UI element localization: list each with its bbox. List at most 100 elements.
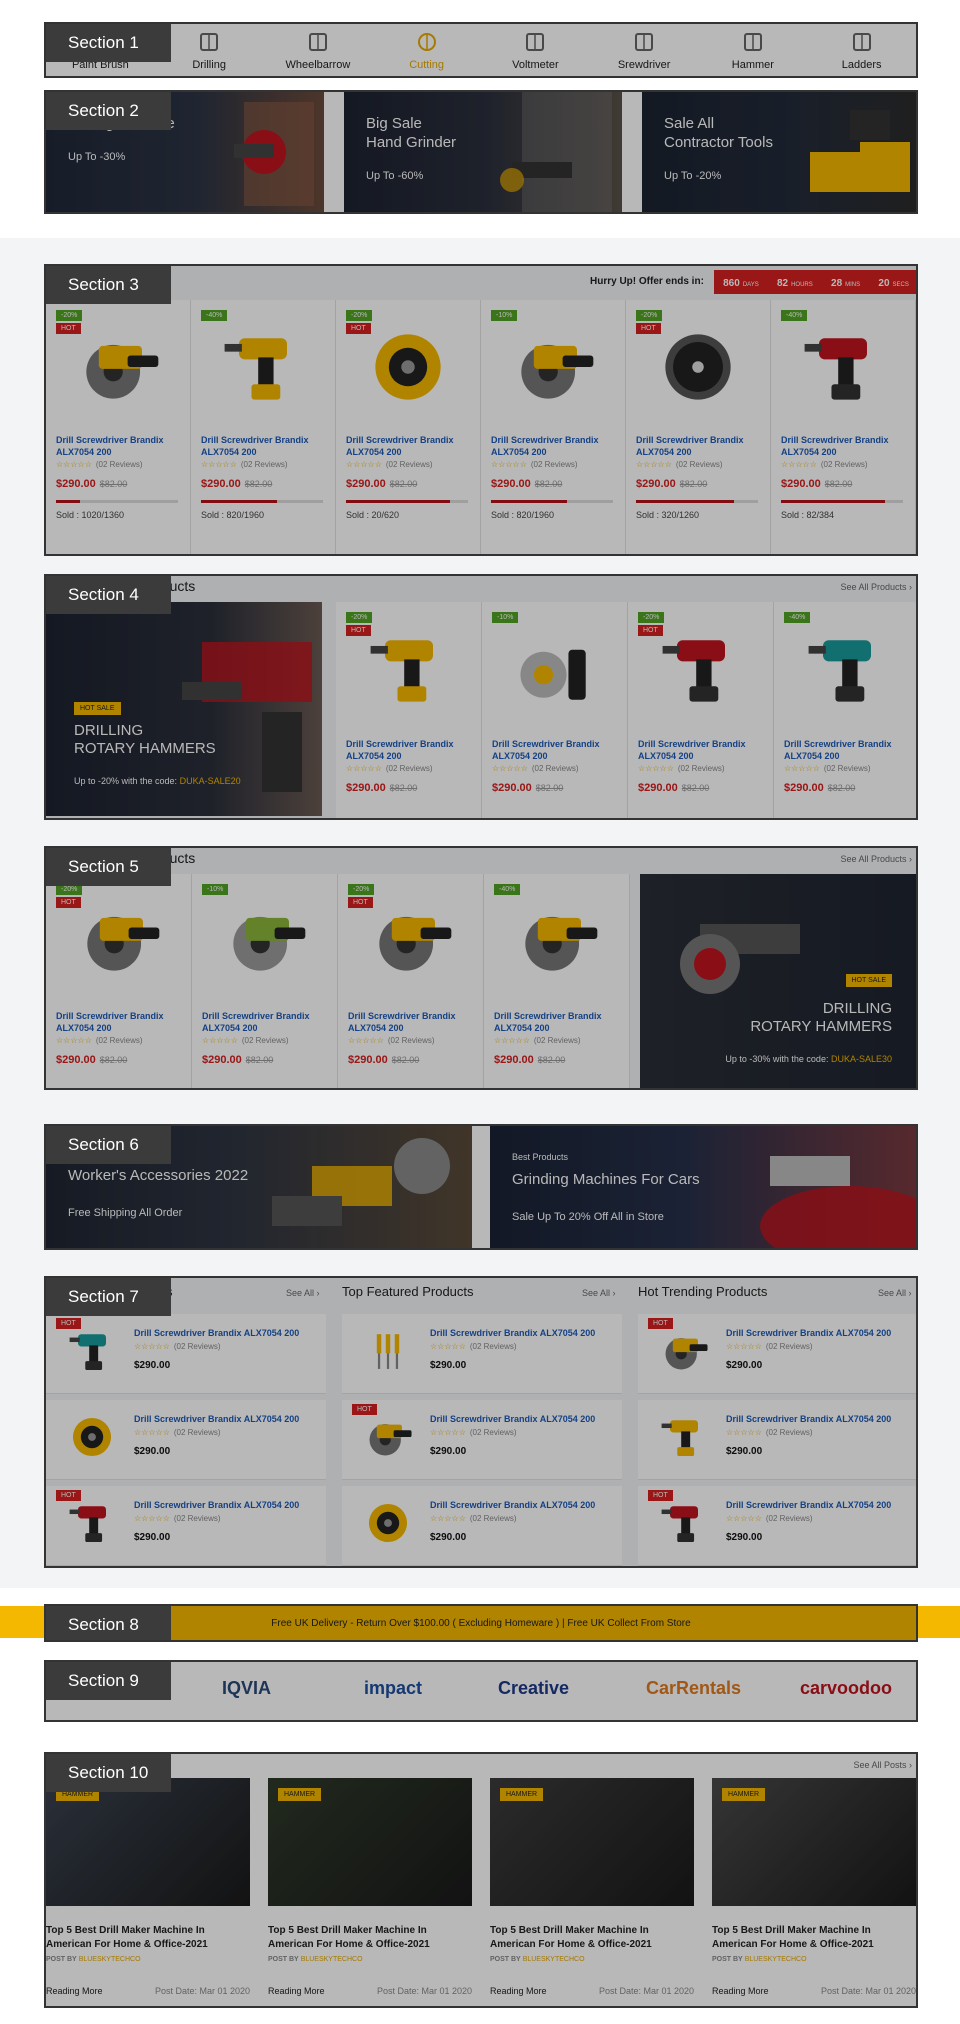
promo-banner-grinder[interactable]: Big Sale Hand Grinder Up To -60% (344, 92, 622, 212)
product-name[interactable]: Drill Screwdriver Brandix ALX7054 200 (781, 434, 907, 458)
product-image[interactable] (799, 630, 895, 713)
product-image[interactable] (507, 630, 603, 713)
product-card[interactable]: -20% HOT Drill Screwdriver Brandix ALX7054… (628, 602, 774, 818)
list-item[interactable]: Drill Screwdriver Brandix ALX7054 200 ☆☆☆… (46, 1400, 326, 1480)
list-item[interactable]: HOT Drill Screwdriver Brandix ALX7054 200… (638, 1486, 916, 1566)
product-image[interactable] (215, 328, 311, 411)
product-card[interactable]: -20% HOT Drill Screwdriver Brandix ALX7054… (336, 300, 481, 554)
product-card[interactable]: -10% Drill Screwdriver Brandix ALX7054 20… (481, 300, 626, 554)
category-ladders[interactable]: Ladders (807, 24, 916, 76)
brand-logo-carrentals[interactable]: CarRentals (646, 1678, 741, 1699)
product-card[interactable]: -20% HOT Drill Screwdriver Brandix ALX7054… (338, 874, 484, 1088)
post-author[interactable]: BLUESKYTECHCO (745, 1956, 807, 1963)
read-more-link[interactable]: Reading More (268, 1986, 325, 1996)
product-name[interactable]: Drill Screwdriver Brandix ALX7054 200 (430, 1328, 595, 1338)
category-hammer[interactable]: Hammer (699, 24, 808, 76)
hot-sale-banner[interactable]: HOT SALE DRILLING ROTARY HAMMERS Up to -3… (640, 874, 916, 1088)
product-name[interactable]: Drill Screwdriver Brandix ALX7054 200 (491, 434, 617, 458)
list-item[interactable]: HOT Drill Screwdriver Brandix ALX7054 200… (638, 1314, 916, 1394)
post-category-tag[interactable]: HAMMER (722, 1788, 766, 1801)
post-category-tag[interactable]: HAMMER (278, 1788, 322, 1801)
product-name[interactable]: Drill Screwdriver Brandix ALX7054 200 (348, 1010, 475, 1034)
post-image[interactable]: HAMMER (268, 1778, 472, 1906)
post-title[interactable]: Top 5 Best Drill Maker Machine In Americ… (490, 1924, 694, 1952)
product-image[interactable] (505, 328, 601, 411)
product-card[interactable]: -10% Drill Screwdriver Brandix ALX7054 20… (192, 874, 338, 1088)
product-card[interactable]: -20% HOT Drill Screwdriver Brandix ALX7054… (336, 602, 482, 818)
post-image[interactable]: HAMMER (46, 1778, 250, 1906)
product-image[interactable] (71, 900, 167, 983)
post-author[interactable]: BLUESKYTECHCO (301, 1956, 363, 1963)
brand-logo-iqvia[interactable]: IQVIA (222, 1678, 271, 1699)
see-all-products-link[interactable]: See All Products › (840, 854, 912, 864)
category-srewdriver[interactable]: Srewdriver (590, 24, 699, 76)
product-name[interactable]: Drill Screwdriver Brandix ALX7054 200 (430, 1500, 595, 1510)
see-all-link[interactable]: See All › (582, 1288, 616, 1298)
product-name[interactable]: Drill Screwdriver Brandix ALX7054 200 (636, 434, 762, 458)
product-image[interactable] (650, 328, 746, 411)
see-all-products-link[interactable]: See All Products › (840, 582, 912, 592)
product-name[interactable]: Drill Screwdriver Brandix ALX7054 200 (784, 738, 911, 762)
product-name[interactable]: Drill Screwdriver Brandix ALX7054 200 (346, 738, 473, 762)
product-image[interactable] (70, 328, 166, 411)
product-name[interactable]: Drill Screwdriver Brandix ALX7054 200 (492, 738, 619, 762)
list-item[interactable]: HOT Drill Screwdriver Brandix ALX7054 200… (46, 1486, 326, 1566)
product-card[interactable]: -20% HOT Drill Screwdriver Brandix ALX7054… (46, 300, 191, 554)
product-image[interactable] (509, 900, 605, 983)
brand-logo-creative[interactable]: Creative (498, 1678, 569, 1699)
product-name[interactable]: Drill Screwdriver Brandix ALX7054 200 (134, 1414, 299, 1424)
list-item[interactable]: HOT Drill Screwdriver Brandix ALX7054 200… (46, 1314, 326, 1394)
post-image[interactable]: HAMMER (712, 1778, 916, 1906)
brand-logo-impact[interactable]: impact (364, 1678, 422, 1699)
list-item[interactable]: Drill Screwdriver Brandix ALX7054 200 ☆☆☆… (342, 1314, 622, 1394)
product-name[interactable]: Drill Screwdriver Brandix ALX7054 200 (134, 1328, 299, 1338)
product-name[interactable]: Drill Screwdriver Brandix ALX7054 200 (346, 434, 472, 458)
product-card[interactable]: -40% Drill Screwdriver Brandix ALX7054 20… (484, 874, 630, 1088)
blog-post-card[interactable]: HAMMER Top 5 Best Drill Maker Machine In … (712, 1778, 916, 1998)
category-cutting[interactable]: Cutting (372, 24, 481, 76)
category-voltmeter[interactable]: Voltmeter (481, 24, 590, 76)
category-wheelbarrow[interactable]: Wheelbarrow (264, 24, 373, 76)
grinding-machines-banner[interactable]: Best Products Grinding Machines For Cars S… (490, 1126, 916, 1248)
read-more-link[interactable]: Reading More (46, 1986, 103, 1996)
product-name[interactable]: Drill Screwdriver Brandix ALX7054 200 (638, 738, 765, 762)
product-name[interactable]: Drill Screwdriver Brandix ALX7054 200 (56, 1010, 183, 1034)
list-item[interactable]: Drill Screwdriver Brandix ALX7054 200 ☆☆☆… (342, 1486, 622, 1566)
post-title[interactable]: Top 5 Best Drill Maker Machine In Americ… (46, 1924, 250, 1952)
blog-post-card[interactable]: HAMMER Top 5 Best Drill Maker Machine In … (46, 1778, 250, 1998)
product-name[interactable]: Drill Screwdriver Brandix ALX7054 200 (56, 434, 182, 458)
product-name[interactable]: Drill Screwdriver Brandix ALX7054 200 (726, 1414, 891, 1424)
list-item[interactable]: Drill Screwdriver Brandix ALX7054 200 ☆☆☆… (638, 1400, 916, 1480)
product-card[interactable]: -20% HOT Drill Screwdriver Brandix ALX7054… (626, 300, 771, 554)
category-drilling[interactable]: Drilling (155, 24, 264, 76)
product-name[interactable]: Drill Screwdriver Brandix ALX7054 200 (726, 1500, 891, 1510)
product-card[interactable]: -40% Drill Screwdriver Brandix ALX7054 20… (191, 300, 336, 554)
promo-banner-contractor[interactable]: Sale All Contractor Tools Up To -20% (642, 92, 916, 212)
product-name[interactable]: Drill Screwdriver Brandix ALX7054 200 (201, 434, 327, 458)
product-image[interactable] (795, 328, 891, 411)
read-more-link[interactable]: Reading More (712, 1986, 769, 1996)
product-image[interactable] (361, 630, 457, 713)
post-author[interactable]: BLUESKYTECHCO (79, 1956, 141, 1963)
product-name[interactable]: Drill Screwdriver Brandix ALX7054 200 (726, 1328, 891, 1338)
product-card[interactable]: -40% Drill Screwdriver Brandix ALX7054 20… (771, 300, 916, 554)
product-name[interactable]: Drill Screwdriver Brandix ALX7054 200 (202, 1010, 329, 1034)
hot-sale-banner[interactable]: HOT SALE DRILLING ROTARY HAMMERS Up to -2… (46, 602, 322, 816)
post-image[interactable]: HAMMER (490, 1778, 694, 1906)
blog-post-card[interactable]: HAMMER Top 5 Best Drill Maker Machine In … (490, 1778, 694, 1998)
post-category-tag[interactable]: HAMMER (500, 1788, 544, 1801)
product-card[interactable]: -20% HOT Drill Screwdriver Brandix ALX7054… (46, 874, 192, 1088)
see-all-link[interactable]: See All › (286, 1288, 320, 1298)
product-image[interactable] (653, 630, 749, 713)
product-image[interactable] (360, 328, 456, 411)
product-name[interactable]: Drill Screwdriver Brandix ALX7054 200 (134, 1500, 299, 1510)
read-more-link[interactable]: Reading More (490, 1986, 547, 1996)
post-title[interactable]: Top 5 Best Drill Maker Machine In Americ… (712, 1924, 916, 1952)
product-name[interactable]: Drill Screwdriver Brandix ALX7054 200 (494, 1010, 621, 1034)
see-all-link[interactable]: See All › (878, 1288, 912, 1298)
brand-logo-carvoodoo[interactable]: carvoodoo (800, 1678, 892, 1699)
blog-post-card[interactable]: HAMMER Top 5 Best Drill Maker Machine In … (268, 1778, 472, 1998)
product-name[interactable]: Drill Screwdriver Brandix ALX7054 200 (430, 1414, 595, 1424)
product-card[interactable]: -10% Drill Screwdriver Brandix ALX7054 20… (482, 602, 628, 818)
post-author[interactable]: BLUESKYTECHCO (523, 1956, 585, 1963)
